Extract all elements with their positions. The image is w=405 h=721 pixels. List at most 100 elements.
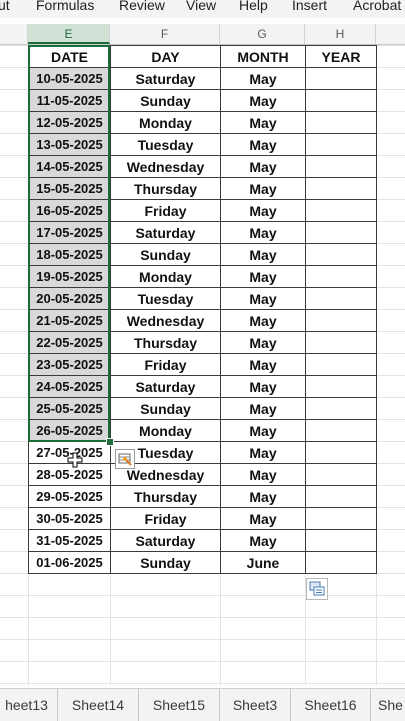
day-cell[interactable]: Tuesday — [110, 287, 221, 310]
menu-acrobat[interactable]: Acrobat — [353, 0, 401, 13]
month-cell[interactable]: May — [220, 485, 306, 508]
year-cell[interactable] — [305, 551, 377, 574]
month-cell[interactable]: May — [220, 309, 306, 332]
year-cell[interactable] — [305, 485, 377, 508]
year-cell[interactable] — [305, 441, 377, 464]
menu-insert[interactable]: Insert — [292, 0, 327, 13]
day-cell[interactable]: Saturday — [110, 529, 221, 552]
year-cell[interactable] — [305, 199, 377, 222]
date-cell[interactable]: 14-05-2025 — [28, 155, 111, 178]
day-cell[interactable]: Sunday — [110, 397, 221, 420]
day-cell[interactable]: Monday — [110, 419, 221, 442]
month-cell[interactable]: May — [220, 419, 306, 442]
year-cell[interactable] — [305, 375, 377, 398]
date-cell[interactable]: 30-05-2025 — [28, 507, 111, 530]
day-cell[interactable]: Thursday — [110, 331, 221, 354]
date-cell[interactable]: 21-05-2025 — [28, 309, 111, 332]
column-header-g[interactable]: G — [220, 24, 305, 44]
year-cell[interactable] — [305, 309, 377, 332]
day-cell[interactable]: Saturday — [110, 375, 221, 398]
date-cell[interactable]: 12-05-2025 — [28, 111, 111, 134]
header-year[interactable]: YEAR — [305, 45, 377, 68]
date-cell[interactable]: 11-05-2025 — [28, 89, 111, 112]
date-cell[interactable]: 10-05-2025 — [28, 67, 111, 90]
menu-layout[interactable]: ut — [0, 0, 10, 13]
date-cell[interactable]: 18-05-2025 — [28, 243, 111, 266]
menu-review[interactable]: Review — [119, 0, 165, 13]
menu-help[interactable]: Help — [239, 0, 268, 13]
quick-analysis-button[interactable] — [115, 449, 135, 469]
year-cell[interactable] — [305, 265, 377, 288]
paste-options-button[interactable] — [306, 578, 328, 600]
month-cell[interactable]: May — [220, 331, 306, 354]
day-cell[interactable]: Friday — [110, 353, 221, 376]
month-cell[interactable]: June — [220, 551, 306, 574]
column-header-e[interactable]: E — [28, 24, 110, 44]
date-cell[interactable]: 23-05-2025 — [28, 353, 111, 376]
day-cell[interactable]: Monday — [110, 111, 221, 134]
month-cell[interactable]: May — [220, 133, 306, 156]
spreadsheet-grid[interactable]: DATE DAY MONTH YEAR 10-05-2025 Saturday Ma… — [0, 45, 405, 685]
month-cell[interactable]: May — [220, 221, 306, 244]
sheet-tab-14[interactable]: Sheet14 — [58, 689, 139, 721]
day-cell[interactable]: Thursday — [110, 485, 221, 508]
month-cell[interactable]: May — [220, 155, 306, 178]
year-cell[interactable] — [305, 463, 377, 486]
year-cell[interactable] — [305, 155, 377, 178]
menu-view[interactable]: View — [186, 0, 216, 13]
sheet-tab-15[interactable]: Sheet15 — [139, 689, 220, 721]
year-cell[interactable] — [305, 89, 377, 112]
month-cell[interactable]: May — [220, 89, 306, 112]
date-cell[interactable]: 20-05-2025 — [28, 287, 111, 310]
date-cell[interactable]: 29-05-2025 — [28, 485, 111, 508]
month-cell[interactable]: May — [220, 375, 306, 398]
day-cell[interactable]: Saturday — [110, 67, 221, 90]
day-cell[interactable]: Sunday — [110, 551, 221, 574]
month-cell[interactable]: May — [220, 287, 306, 310]
day-cell[interactable]: Tuesday — [110, 133, 221, 156]
year-cell[interactable] — [305, 419, 377, 442]
month-cell[interactable]: May — [220, 441, 306, 464]
year-cell[interactable] — [305, 287, 377, 310]
month-cell[interactable]: May — [220, 67, 306, 90]
year-cell[interactable] — [305, 243, 377, 266]
date-cell[interactable]: 26-05-2025 — [28, 419, 111, 442]
day-cell[interactable]: Sunday — [110, 89, 221, 112]
date-cell[interactable]: 01-06-2025 — [28, 551, 111, 574]
sheet-tab-next[interactable]: She — [371, 689, 405, 721]
sheet-tab-16[interactable]: Sheet16 — [291, 689, 371, 721]
month-cell[interactable]: May — [220, 243, 306, 266]
year-cell[interactable] — [305, 133, 377, 156]
year-cell[interactable] — [305, 331, 377, 354]
date-cell[interactable]: 25-05-2025 — [28, 397, 111, 420]
month-cell[interactable]: May — [220, 529, 306, 552]
date-cell[interactable]: 24-05-2025 — [28, 375, 111, 398]
header-day[interactable]: DAY — [110, 45, 221, 68]
year-cell[interactable] — [305, 397, 377, 420]
day-cell[interactable]: Monday — [110, 265, 221, 288]
date-cell[interactable]: 17-05-2025 — [28, 221, 111, 244]
day-cell[interactable]: Friday — [110, 507, 221, 530]
day-cell[interactable]: Friday — [110, 199, 221, 222]
header-month[interactable]: MONTH — [220, 45, 306, 68]
day-cell[interactable]: Wednesday — [110, 309, 221, 332]
month-cell[interactable]: May — [220, 265, 306, 288]
date-cell[interactable]: 31-05-2025 — [28, 529, 111, 552]
month-cell[interactable]: May — [220, 353, 306, 376]
month-cell[interactable]: May — [220, 463, 306, 486]
date-cell[interactable]: 19-05-2025 — [28, 265, 111, 288]
column-header-h[interactable]: H — [305, 24, 376, 44]
day-cell[interactable]: Sunday — [110, 243, 221, 266]
year-cell[interactable] — [305, 111, 377, 134]
month-cell[interactable]: May — [220, 199, 306, 222]
day-cell[interactable]: Thursday — [110, 177, 221, 200]
month-cell[interactable]: May — [220, 111, 306, 134]
year-cell[interactable] — [305, 507, 377, 530]
sheet-tab-13[interactable]: heet13 — [0, 689, 58, 721]
fill-handle[interactable] — [106, 438, 114, 446]
header-date[interactable]: DATE — [28, 45, 111, 68]
date-cell[interactable]: 13-05-2025 — [28, 133, 111, 156]
column-header-f[interactable]: F — [110, 24, 220, 44]
year-cell[interactable] — [305, 177, 377, 200]
sheet-tab-3[interactable]: Sheet3 — [220, 689, 291, 721]
